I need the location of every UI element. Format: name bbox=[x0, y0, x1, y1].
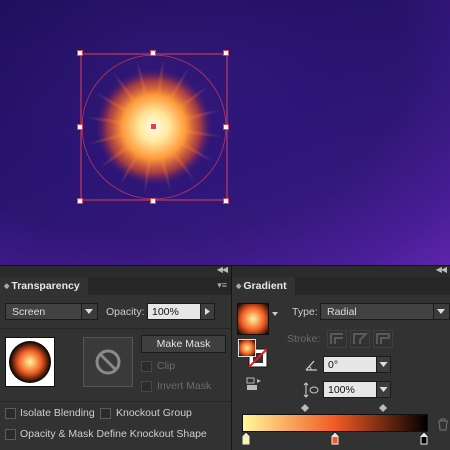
handle-top-right[interactable] bbox=[223, 50, 229, 56]
gradient-slider-bar[interactable] bbox=[242, 414, 428, 432]
no-mask-icon bbox=[95, 349, 121, 375]
gradient-stop-2[interactable] bbox=[330, 431, 340, 446]
center-point bbox=[151, 124, 156, 129]
chevron-right-icon bbox=[205, 308, 210, 315]
tab-toggle-icon[interactable]: ◆ bbox=[4, 283, 9, 290]
transparency-panel: ◆ Transparency ▾≡ Screen Opacity: 100% Ma… bbox=[0, 277, 231, 450]
chevron-down-icon bbox=[379, 362, 388, 367]
tab-gradient-label: Gradient bbox=[243, 280, 287, 292]
artboard-canvas[interactable] bbox=[0, 0, 450, 265]
gradient-type-select[interactable]: Radial bbox=[320, 303, 450, 320]
stroke-along-icon bbox=[353, 333, 369, 344]
angle-input[interactable]: 0° bbox=[323, 356, 377, 373]
gradient-stop-3[interactable] bbox=[419, 431, 429, 446]
knockout-group-label: Knockout Group bbox=[116, 407, 192, 419]
type-label: Type: bbox=[292, 306, 318, 318]
isolate-blending-checkbox[interactable] bbox=[5, 408, 16, 419]
gradient-panel: ◆ Gradient Type: Radial Stroke: 0° 100% bbox=[232, 277, 450, 450]
stroke-along-button[interactable] bbox=[350, 330, 370, 348]
gradient-stops bbox=[241, 431, 429, 448]
stroke-within-button[interactable] bbox=[327, 330, 347, 348]
chevron-down-icon[interactable] bbox=[81, 304, 97, 319]
reverse-gradient-icon[interactable] bbox=[246, 377, 262, 391]
handle-top-center[interactable] bbox=[150, 50, 156, 56]
stroke-label: Stroke: bbox=[287, 333, 321, 345]
opacity-label: Opacity: bbox=[106, 306, 145, 318]
opacity-mask-knockout-checkbox[interactable] bbox=[5, 429, 16, 440]
midpoint-diamond-1[interactable] bbox=[301, 404, 309, 412]
trash-icon[interactable] bbox=[437, 418, 449, 431]
blend-mode-value: Screen bbox=[12, 306, 46, 318]
opacity-mask-knockout-label: Opacity & Mask Define Knockout Shape bbox=[20, 428, 207, 440]
opacity-slider-button[interactable] bbox=[200, 303, 215, 320]
stroke-within-icon bbox=[330, 333, 343, 344]
fill-swatch[interactable] bbox=[238, 339, 256, 357]
tab-transparency-label: Transparency bbox=[11, 280, 80, 292]
transparency-collapse-bar[interactable]: ◀◀ bbox=[0, 265, 231, 277]
stroke-across-button[interactable] bbox=[373, 330, 393, 348]
angle-icon bbox=[305, 360, 317, 371]
handle-bottom-left[interactable] bbox=[77, 198, 83, 204]
aspect-ratio-input[interactable]: 100% bbox=[323, 381, 377, 398]
divider bbox=[0, 328, 231, 329]
midpoint-diamond-2[interactable] bbox=[379, 404, 387, 412]
gradient-collapse-bar[interactable]: ◀◀ bbox=[232, 265, 450, 277]
invert-mask-label: Invert Mask bbox=[157, 380, 212, 392]
gradient-type-value: Radial bbox=[327, 306, 357, 318]
thumbnail-image bbox=[9, 341, 51, 383]
aspect-ratio-icon bbox=[303, 382, 319, 398]
chevron-down-icon bbox=[379, 387, 388, 392]
collapse-icon[interactable]: ◀◀ bbox=[217, 265, 228, 274]
collapse-icon[interactable]: ◀◀ bbox=[436, 265, 447, 274]
gradient-tabbar: ◆ Gradient bbox=[232, 277, 450, 295]
radial-burst-artwork[interactable] bbox=[80, 53, 228, 201]
stroke-across-icon bbox=[376, 333, 390, 344]
handle-bottom-right[interactable] bbox=[223, 198, 229, 204]
panel-menu-icon[interactable]: ▾≡ bbox=[217, 280, 227, 291]
tab-toggle-icon[interactable]: ◆ bbox=[236, 283, 241, 290]
handle-middle-right[interactable] bbox=[223, 124, 229, 130]
handle-bottom-center[interactable] bbox=[150, 198, 156, 204]
artwork-thumbnail[interactable] bbox=[5, 337, 55, 387]
transparency-tabbar: ◆ Transparency ▾≡ bbox=[0, 277, 231, 295]
blend-mode-select[interactable]: Screen bbox=[5, 303, 98, 320]
chevron-down-icon[interactable] bbox=[271, 311, 279, 317]
opacity-mask-thumbnail[interactable] bbox=[83, 337, 133, 387]
tab-transparency[interactable]: ◆ Transparency bbox=[0, 277, 88, 295]
handle-top-left[interactable] bbox=[77, 50, 83, 56]
clip-checkbox[interactable] bbox=[141, 361, 152, 372]
aspect-dropdown-button[interactable] bbox=[376, 381, 391, 398]
divider bbox=[0, 401, 231, 402]
handle-middle-left[interactable] bbox=[77, 124, 83, 130]
gradient-stop-1[interactable] bbox=[241, 431, 251, 446]
invert-mask-checkbox[interactable] bbox=[141, 381, 152, 392]
angle-dropdown-button[interactable] bbox=[376, 356, 391, 373]
gradient-preview-swatch[interactable] bbox=[237, 303, 269, 335]
isolate-blending-label: Isolate Blending bbox=[20, 407, 95, 419]
make-mask-button[interactable]: Make Mask bbox=[141, 335, 226, 353]
clip-label: Clip bbox=[157, 360, 176, 372]
knockout-group-checkbox[interactable] bbox=[100, 408, 111, 419]
opacity-input[interactable]: 100% bbox=[147, 303, 201, 320]
tab-gradient[interactable]: ◆ Gradient bbox=[232, 277, 295, 295]
chevron-down-icon[interactable] bbox=[433, 304, 449, 319]
